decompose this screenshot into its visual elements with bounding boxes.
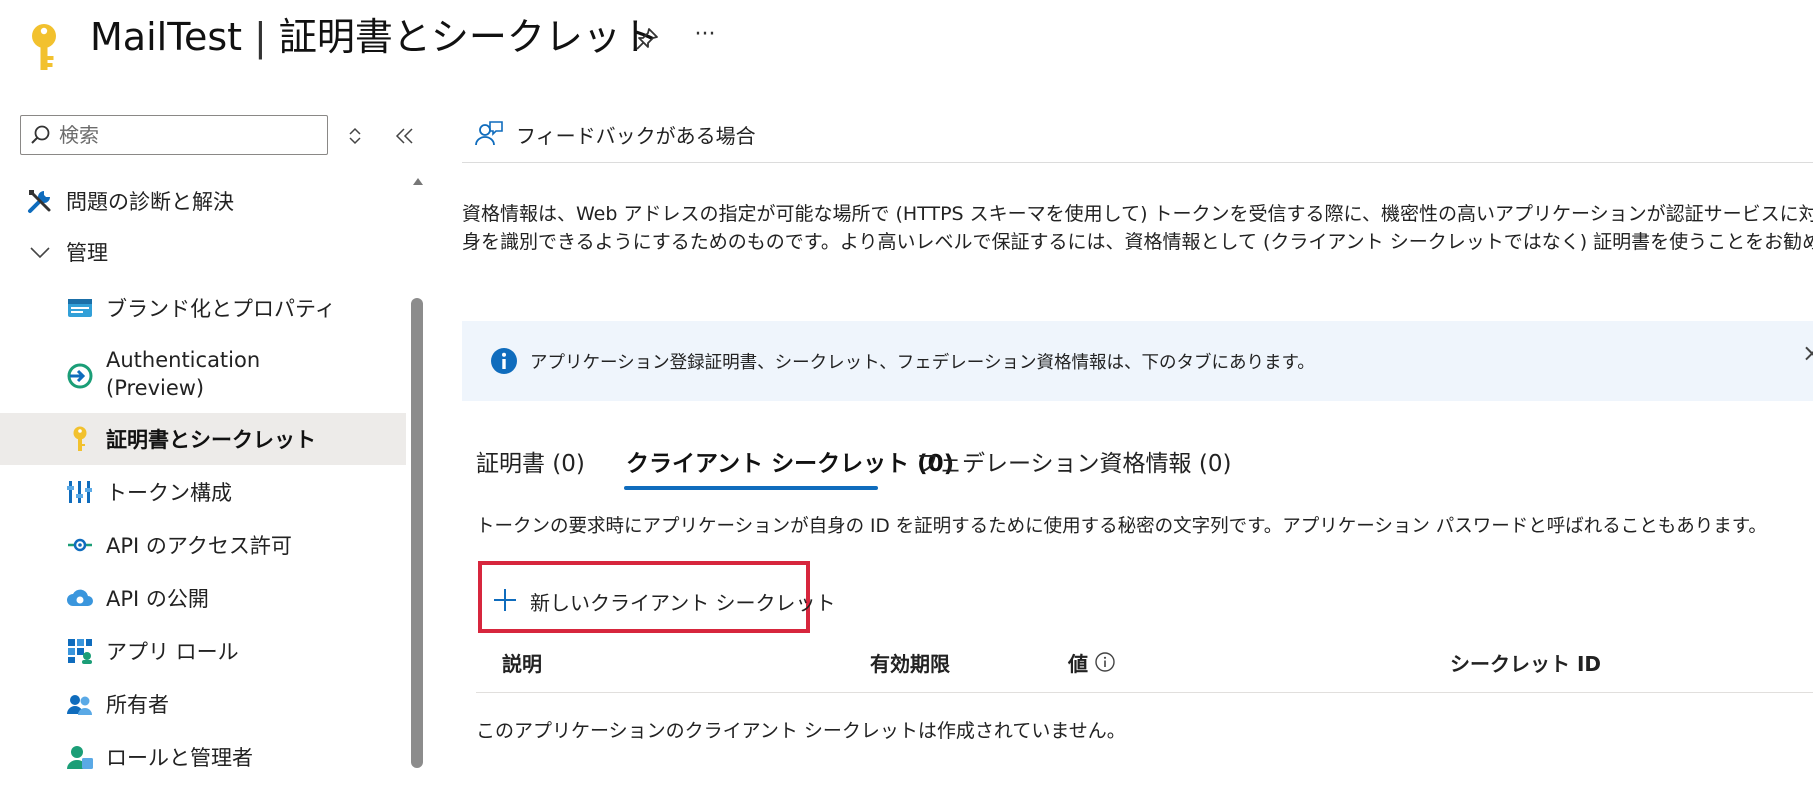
tab-description: トークンの要求時にアプリケーションが自身の ID を証明するために使用する秘密の…: [476, 516, 1767, 537]
authentication-icon: [66, 362, 94, 390]
info-icon: [490, 347, 518, 375]
feedback-button[interactable]: フィードバックがある場合: [474, 116, 756, 152]
key-icon: [66, 425, 94, 453]
divider: [462, 162, 1813, 163]
column-header-value: 値: [1068, 652, 1088, 676]
scrollbar-thumb[interactable]: [411, 298, 423, 768]
close-icon[interactable]: ×: [1802, 339, 1813, 367]
wrench-screwdriver-icon: [26, 187, 54, 215]
sidebar-item-roles-admins[interactable]: ロールと管理者: [0, 731, 406, 783]
sidebar-item-label: ブランド化とプロパティ: [106, 297, 336, 321]
search-icon: [29, 124, 51, 146]
sidebar-item-label: トークン構成: [106, 481, 232, 505]
chevron-down-icon: [26, 238, 54, 266]
info-banner-text: アプリケーション登録証明書、シークレット、フェデレーション資格情報は、下のタブに…: [530, 353, 1315, 373]
sidebar-item-label-2: (Preview): [106, 376, 205, 400]
sidebar-item-label: ロールと管理者: [106, 746, 253, 770]
sidebar-item-token-config[interactable]: トークン構成: [0, 466, 406, 518]
owners-icon: [66, 690, 94, 718]
search-box[interactable]: [20, 115, 328, 155]
tab-federated-credentials[interactable]: フェデレーション資格情報 (0): [916, 446, 1231, 494]
sidebar-item-owners[interactable]: 所有者: [0, 678, 406, 730]
page-title: MailTest | 証明書とシークレット: [90, 12, 659, 62]
sidebar-item-label: API のアクセス許可: [106, 534, 292, 558]
new-client-secret-label: 新しいクライアント シークレット: [530, 591, 836, 615]
page-description-line-2: 身を識別できるようにするためのものです。より高いレベルで保証するには、資格情報と…: [462, 231, 1813, 253]
info-banner: アプリケーション登録証明書、シークレット、フェデレーション資格情報は、下のタブに…: [462, 321, 1813, 401]
pin-icon[interactable]: [632, 24, 662, 54]
sort-toggle-icon[interactable]: [344, 124, 366, 148]
token-config-icon: [66, 478, 94, 506]
scroll-up-arrow-icon[interactable]: [411, 172, 425, 185]
sidebar-item-label: 問題の診断と解決: [66, 190, 234, 214]
sidebar-item-diagnose[interactable]: 問題の診断と解決: [0, 175, 406, 227]
table-divider: [476, 692, 1813, 693]
empty-state-message: このアプリケーションのクライアント シークレットは作成されていません。: [476, 720, 1126, 742]
page-name: 証明書とシークレット: [278, 15, 659, 59]
page-description-line-1: 資格情報は、Web アドレスの指定が可能な場所で (HTTPS スキーマを使用し…: [462, 203, 1813, 225]
feedback-icon: [475, 121, 503, 146]
sidebar-item-expose-api[interactable]: API の公開: [0, 572, 406, 624]
column-header-secret-id: シークレット ID: [1450, 652, 1602, 676]
sidebar-item-certificates-secrets[interactable]: 証明書とシークレット: [0, 413, 406, 465]
tab-certificates[interactable]: 証明書 (0): [476, 446, 585, 494]
column-header-expires: 有効期限: [870, 652, 950, 676]
title-separator: |: [254, 15, 267, 59]
sidebar-item-label: 所有者: [106, 693, 169, 717]
app-roles-icon: [66, 637, 94, 665]
search-input[interactable]: [59, 120, 321, 150]
collapse-sidebar-icon[interactable]: [392, 124, 418, 148]
sidebar-item-api-permissions[interactable]: API のアクセス許可: [0, 519, 406, 571]
sidebar-item-label: Authentication: [106, 348, 261, 372]
app-name: MailTest: [90, 15, 243, 59]
more-options-button[interactable]: ···: [690, 20, 720, 50]
api-permissions-icon: [66, 531, 94, 559]
sidebar-item-label: 管理: [66, 241, 108, 265]
plus-icon: [492, 587, 518, 613]
cloud-api-icon: [66, 584, 94, 612]
sidebar-item-branding[interactable]: ブランド化とプロパティ: [0, 282, 406, 334]
sidebar-item-label: 証明書とシークレット: [106, 428, 316, 452]
sidebar-item-label: API の公開: [106, 587, 209, 611]
roles-admins-icon: [66, 743, 94, 771]
sidebar-item-authentication[interactable]: Authentication (Preview): [0, 344, 406, 408]
sidebar-item-label: アプリ ロール: [106, 640, 239, 664]
sidebar-group-manage[interactable]: 管理: [0, 226, 406, 278]
new-client-secret-button[interactable]: 新しいクライアント シークレット: [478, 561, 836, 633]
branding-icon: [66, 294, 94, 322]
column-header-description: 説明: [502, 652, 542, 676]
key-icon: [26, 22, 62, 74]
active-tab-indicator: [624, 486, 878, 490]
info-circle-icon[interactable]: [1094, 651, 1116, 673]
feedback-label: フィードバックがある場合: [516, 123, 756, 148]
sidebar-item-app-roles[interactable]: アプリ ロール: [0, 625, 406, 677]
